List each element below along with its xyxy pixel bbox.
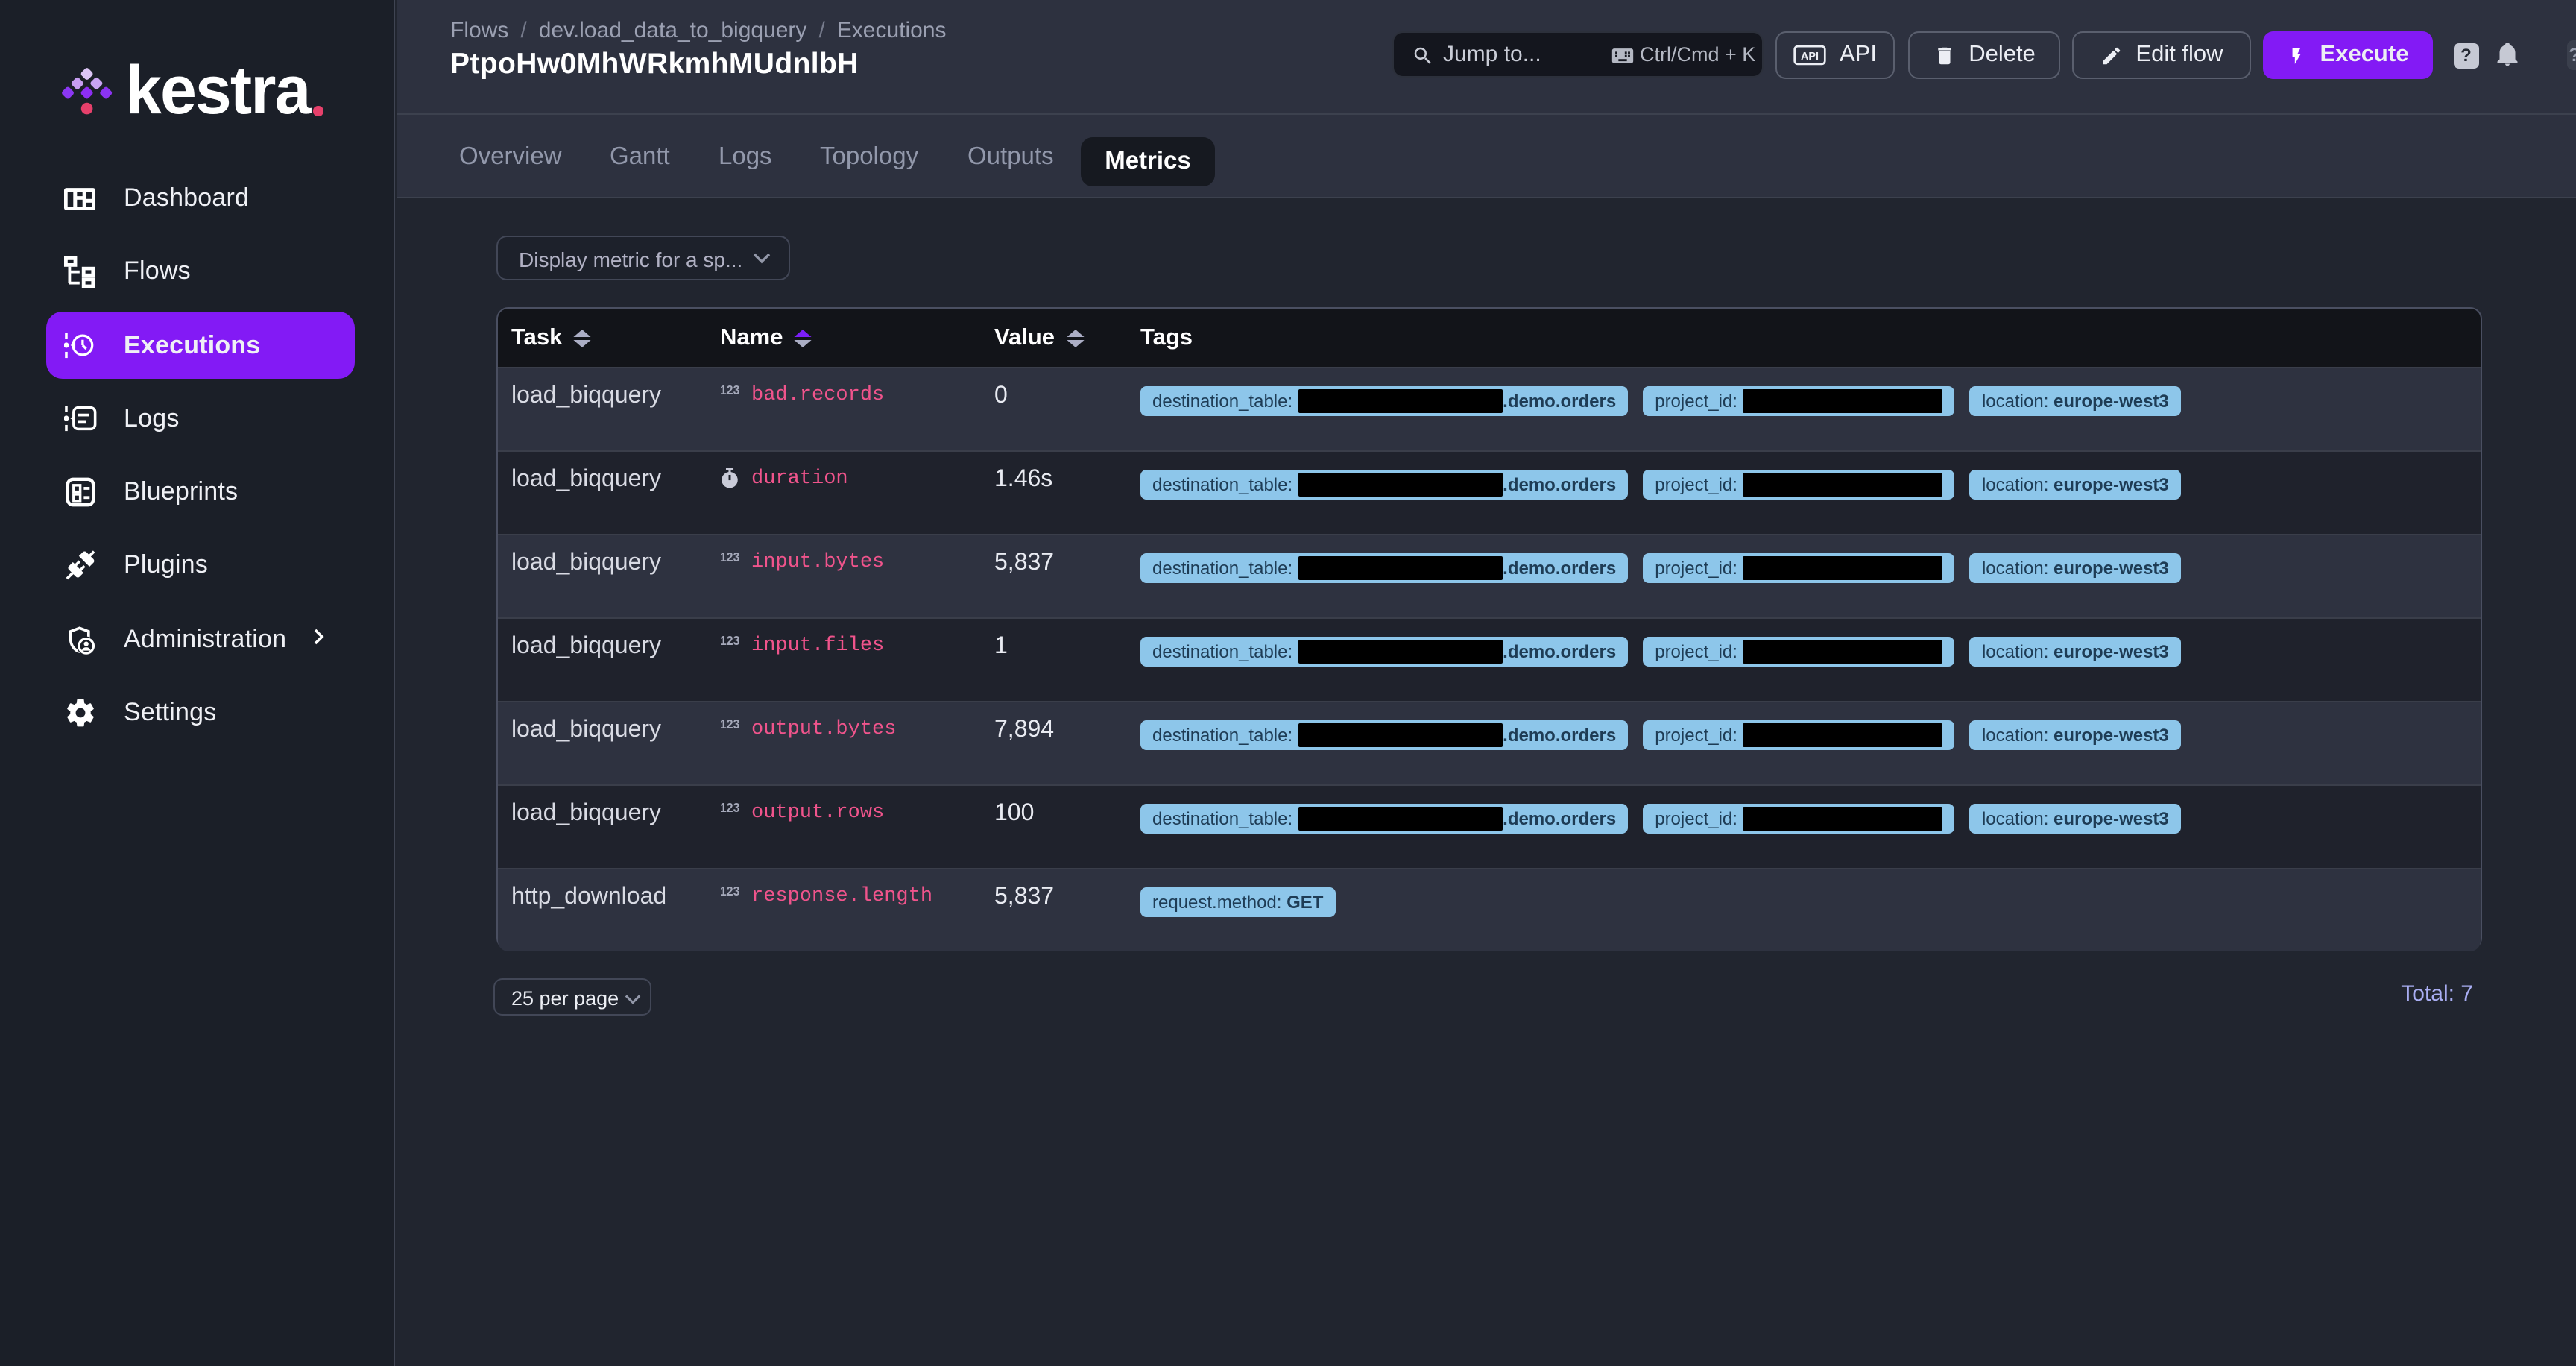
svg-text:API: API — [1801, 51, 1819, 63]
